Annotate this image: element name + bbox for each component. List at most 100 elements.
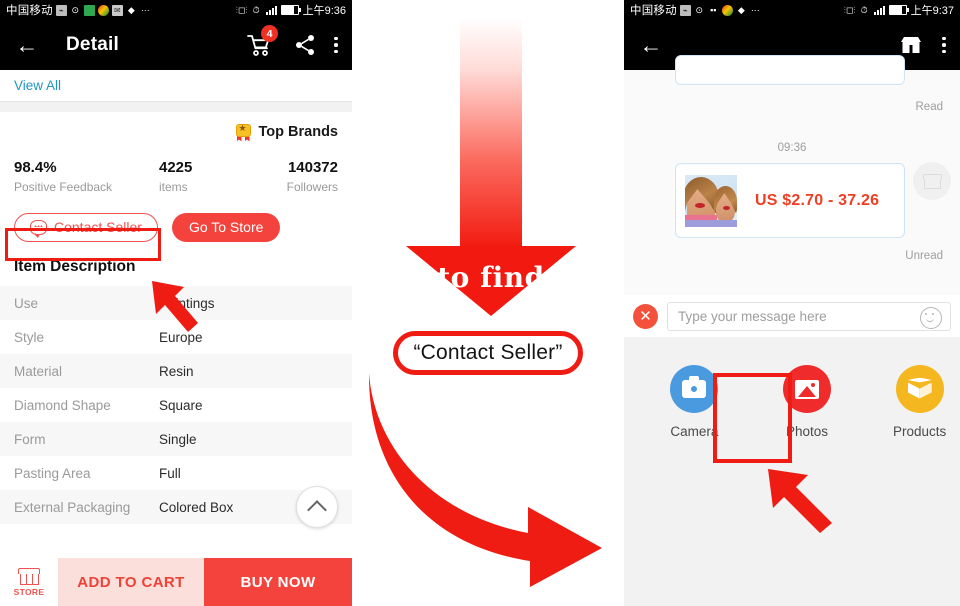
products-icon — [895, 365, 944, 413]
diamond-icon: ◆ — [737, 4, 745, 15]
buy-now-button[interactable]: BUY NOW — [204, 558, 352, 606]
back-arrow-icon[interactable]: ← — [14, 32, 40, 58]
store-icon — [18, 567, 40, 585]
stat-label: items — [159, 180, 188, 194]
store-label: STORE — [13, 586, 45, 597]
go-to-store-label: Go To Store — [188, 219, 264, 235]
contact-seller-highlight-box — [5, 228, 161, 261]
spec-key: External Packaging — [14, 499, 131, 515]
diamond-icon: ◆ — [127, 4, 135, 15]
add-to-cart-button[interactable]: ADD TO CART — [58, 558, 204, 606]
overflow-menu-icon[interactable] — [334, 36, 338, 54]
spec-key: Diamond Shape — [14, 397, 111, 413]
attachment-label: Camera — [670, 424, 719, 439]
screenshot-root: 中国移动 ⌁ ⊙ ✉ ◆ ··· ⫶◻⫶ ⏱ 上午9:36 ← Detail 4… — [0, 0, 960, 606]
app-bar: ← Detail 4 — [0, 20, 352, 70]
spec-key: Form — [14, 431, 46, 447]
status-bar-left: 中国移动 ⌁ ⊙ ✉ ◆ ··· — [6, 2, 151, 18]
chrome-icon — [97, 4, 109, 16]
attachment-list: Camera Photos Products — [624, 337, 960, 439]
status-bar-right: ⫶◻⫶ ⏱ 上午9:37 — [844, 2, 954, 18]
seller-card: Top Brands 98.4% Positive Feedback 4225 … — [0, 112, 352, 244]
battery-icon — [888, 5, 909, 15]
medal-icon — [235, 123, 252, 142]
stat-positive-feedback: 98.4% Positive Feedback — [14, 158, 159, 196]
spec-row: Material Resin — [0, 354, 352, 388]
go-to-store-button[interactable]: Go To Store — [171, 212, 281, 242]
stat-items: 4225 items — [159, 158, 259, 196]
status-bar: 中国移动 ⌁ ⊙ ✉ ◆ ··· ⫶◻⫶ ⏱ 上午9:36 — [0, 0, 352, 20]
chrome-icon — [721, 4, 733, 16]
shop-avatar — [913, 162, 951, 200]
mail-icon: ✉ — [111, 4, 123, 16]
share-icon[interactable] — [292, 32, 318, 58]
more-icon: ··· — [750, 4, 760, 15]
spec-row: Pasting Area Full — [0, 456, 352, 490]
signal-icon: ⌁ — [55, 4, 67, 16]
stat-value: 98.4% — [14, 159, 57, 176]
product-message-bubble[interactable]: US $2.70 - 37.26 — [675, 163, 905, 238]
stat-label: Positive Feedback — [14, 180, 113, 194]
vibrate-icon: ⫶◻⫶ — [843, 4, 856, 15]
spec-key: Material — [14, 363, 63, 379]
back-arrow-icon[interactable]: ← — [638, 32, 664, 58]
section-divider — [0, 102, 352, 112]
more-icon: ··· — [140, 4, 150, 15]
stat-value: 4225 — [159, 159, 193, 176]
close-icon[interactable]: ✕ — [633, 303, 658, 329]
stat-followers: 140372 Followers — [259, 158, 338, 196]
spec-value: Full — [159, 465, 181, 481]
annotation-arrow-up-left-photos — [768, 469, 832, 533]
page-down-arrow-graphic: Page down to find — [406, 18, 576, 316]
spec-row: Form Single — [0, 422, 352, 456]
curved-arrow-graphic — [368, 373, 602, 587]
product-detail-screen: 中国移动 ⌁ ⊙ ✉ ◆ ··· ⫶◻⫶ ⏱ 上午9:36 ← Detail 4… — [0, 0, 352, 606]
product-thumbnail — [685, 174, 737, 227]
status-bar-left: 中国移动 ⌁ ⊙ ▪▪ ◆ ··· — [630, 2, 761, 18]
spec-value: Resin — [159, 363, 194, 379]
status-bar: 中国移动 ⌁ ⊙ ▪▪ ◆ ··· ⫶◻⫶ ⏱ 上午9:37 — [624, 0, 960, 20]
message-input-placeholder: Type your message here — [678, 308, 827, 324]
instruction-canvas: Page down to find “Contact Seller” — [352, 0, 624, 606]
annotation-arrow-up-left — [152, 281, 198, 332]
scroll-to-top-button[interactable] — [296, 486, 338, 528]
previous-message-bubble[interactable] — [675, 55, 905, 85]
cart-icon[interactable]: 4 — [246, 25, 278, 58]
check-icon: ⊙ — [695, 4, 704, 15]
spec-value: Single — [159, 431, 197, 447]
top-brands-badge: Top Brands — [14, 112, 338, 152]
message-composer: ✕ Type your message here — [624, 295, 960, 337]
attachment-products[interactable]: Products — [879, 365, 960, 439]
spec-row: Diamond Shape Square — [0, 388, 352, 422]
buy-now-label: BUY NOW — [240, 573, 316, 591]
spec-value: Colored Box — [159, 499, 234, 515]
stat-label: Followers — [286, 180, 338, 194]
arrow-shaft — [460, 18, 522, 248]
view-all-link[interactable]: View All — [14, 78, 61, 93]
green-app-icon — [83, 4, 95, 16]
message-input[interactable]: Type your message here — [667, 301, 951, 331]
spec-key: Pasting Area — [14, 465, 91, 481]
signal-bars-icon — [873, 5, 885, 15]
cart-badge: 4 — [261, 25, 278, 42]
to-find-label: to find — [437, 261, 545, 294]
photos-highlight-box — [713, 373, 792, 463]
chat-timestamp: 09:36 — [777, 142, 807, 154]
carrier-label: 中国移动 — [630, 5, 677, 17]
instruction-graphics-panel: Page down to find “Contact Seller” — [352, 0, 624, 606]
store-icon[interactable] — [898, 32, 924, 58]
check-icon: ⊙ — [71, 4, 80, 15]
spec-value: Square — [159, 397, 203, 413]
page-down-label: Page down — [429, 58, 461, 221]
top-brands-label: Top Brands — [258, 124, 338, 140]
alarm-icon: ⏱ — [860, 4, 868, 15]
spec-key: Use — [14, 295, 39, 311]
carrier-label: 中国移动 — [6, 5, 53, 17]
battery-icon — [280, 5, 301, 15]
view-all-row[interactable]: View All — [0, 70, 352, 102]
overflow-menu-icon[interactable] — [942, 36, 946, 54]
product-price: US $2.70 - 37.26 — [755, 191, 880, 209]
seller-stats: 98.4% Positive Feedback 4225 items 14037… — [14, 158, 338, 196]
store-button[interactable]: STORE — [0, 558, 58, 606]
smiley-icon[interactable] — [920, 306, 942, 329]
